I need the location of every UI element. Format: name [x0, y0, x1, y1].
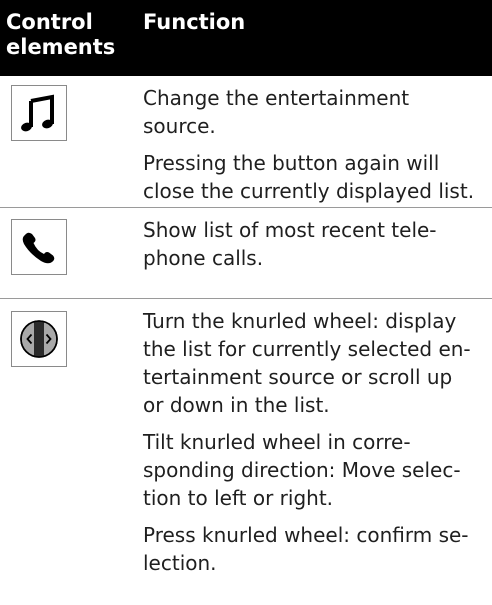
- text-line: Turn the knurled wheel: display: [143, 309, 457, 333]
- row-description: Change the entertainment source. Pressin…: [143, 84, 484, 205]
- paragraph: Tilt knurled wheel in corre- sponding di…: [143, 428, 484, 512]
- header-control-line1: Control: [6, 10, 93, 34]
- text-line: phone calls.: [143, 246, 264, 270]
- text-line: or down in the list.: [143, 393, 330, 417]
- paragraph: Show list of most recent tele- phone cal…: [143, 216, 484, 272]
- table-row-knurled-wheel: Turn the knurled wheel: display the list…: [0, 299, 492, 599]
- text-line: close the currently displayed list.: [143, 179, 475, 203]
- text-line: sponding direction: Move selec-: [143, 458, 461, 482]
- header-control-line2: elements: [6, 35, 116, 59]
- row-description: Turn the knurled wheel: display the list…: [143, 307, 484, 577]
- telephone-handset-icon: [22, 232, 55, 264]
- text-line: Pressing the button again will: [143, 151, 440, 175]
- music-note-icon: [21, 94, 54, 132]
- telephone-button[interactable]: [11, 219, 67, 275]
- header-function: Function: [143, 10, 246, 34]
- text-line: tion to left or right.: [143, 486, 334, 510]
- table-header: Control elements Function: [0, 0, 492, 76]
- row-description: Show list of most recent tele- phone cal…: [143, 216, 484, 272]
- table-row-recent-calls: Show list of most recent tele- phone cal…: [0, 208, 492, 299]
- text-line: source.: [143, 114, 216, 138]
- paragraph: Change the entertainment source.: [143, 84, 484, 140]
- text-line: lection.: [143, 551, 217, 575]
- text-line: Show list of most recent tele-: [143, 218, 437, 242]
- table-row-entertainment-source: Change the entertainment source. Pressin…: [0, 76, 492, 208]
- control-elements-table: Control elements Function Change the ent…: [0, 0, 492, 599]
- paragraph: Turn the knurled wheel: display the list…: [143, 307, 484, 419]
- knurled-wheel-icon: [20, 320, 58, 358]
- text-line: Change the entertainment: [143, 86, 410, 110]
- text-line: tertainment source or scroll up: [143, 365, 453, 389]
- paragraph: Pressing the button again will close the…: [143, 149, 484, 205]
- text-line: the list for currently selected en-: [143, 337, 471, 361]
- text-line: Press knurled wheel: confirm se-: [143, 523, 469, 547]
- text-line: Tilt knurled wheel in corre-: [143, 430, 411, 454]
- header-control-elements: Control elements: [6, 10, 136, 60]
- knurled-wheel-control[interactable]: [11, 311, 67, 367]
- paragraph: Press knurled wheel: confirm se- lection…: [143, 521, 484, 577]
- music-note-button[interactable]: [11, 85, 67, 141]
